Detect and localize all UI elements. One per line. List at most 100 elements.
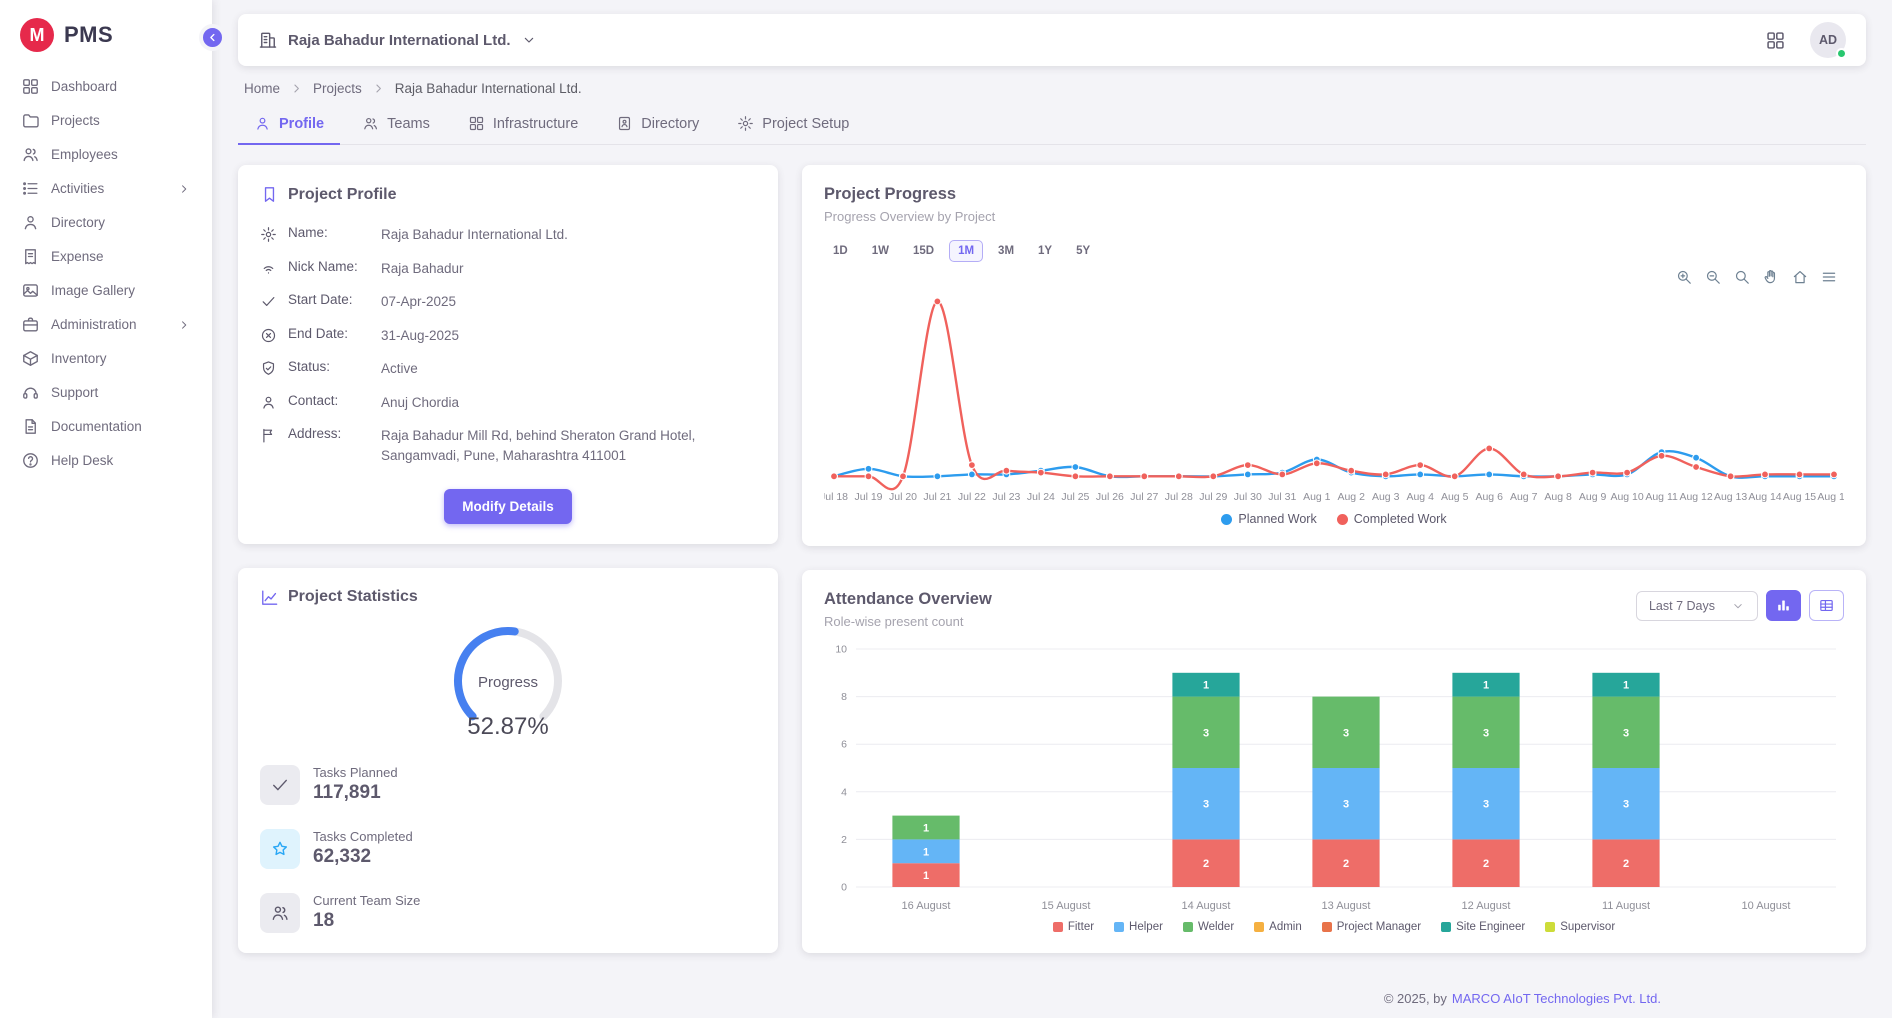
range-15d-button[interactable]: 15D — [904, 240, 943, 262]
attendance-range-select[interactable]: Last 7 Days — [1636, 591, 1758, 621]
attendance-title: Attendance Overview — [824, 590, 992, 609]
legend-item-welder[interactable]: Welder — [1183, 921, 1234, 933]
legend-marker — [1254, 922, 1264, 932]
sidebar-item-inventory[interactable]: Inventory — [10, 342, 202, 375]
legend-item-admin[interactable]: Admin — [1254, 921, 1302, 933]
table-view-button[interactable] — [1809, 590, 1844, 621]
legend-item-project-manager[interactable]: Project Manager — [1322, 921, 1421, 933]
range-5y-button[interactable]: 5Y — [1067, 240, 1099, 262]
sidebar-item-image-gallery[interactable]: Image Gallery — [10, 274, 202, 307]
chevron-down-icon[interactable] — [521, 32, 537, 48]
main-content: Raja Bahadur International Ltd. AD Home … — [212, 0, 1892, 1018]
svg-text:1: 1 — [923, 823, 929, 835]
progress-gauge-wrap: Progress 52.87% — [260, 617, 756, 743]
breadcrumb-projects[interactable]: Projects — [313, 81, 362, 96]
sidebar-item-activities[interactable]: Activities — [10, 172, 202, 205]
range-1m-button[interactable]: 1M — [949, 240, 983, 262]
pan-icon[interactable] — [1762, 268, 1780, 286]
sidebar-item-projects[interactable]: Projects — [10, 104, 202, 137]
sidebar-collapse-button[interactable] — [199, 24, 226, 51]
stat-value: 117,891 — [313, 782, 398, 804]
profile-field-nickname: Nick Name: Raja Bahadur — [260, 252, 756, 286]
line-chart-svg[interactable]: Jul 18Jul 19Jul 20Jul 21Jul 22Jul 23Jul … — [824, 268, 1844, 508]
bar-chart-icon — [1775, 597, 1792, 614]
breadcrumb-home[interactable]: Home — [244, 81, 280, 96]
avatar[interactable]: AD — [1810, 22, 1846, 58]
svg-text:2: 2 — [1483, 858, 1489, 870]
sidebar-item-employees[interactable]: Employees — [10, 138, 202, 171]
svg-text:Aug 8: Aug 8 — [1544, 491, 1572, 503]
sidebar-item-label: Inventory — [51, 351, 107, 366]
legend-item-completed-work[interactable]: Completed Work — [1337, 512, 1447, 526]
svg-text:11 August: 11 August — [1602, 900, 1650, 912]
progress-chart-header: Project Progress Progress Overview by Pr… — [824, 185, 1844, 224]
legend-item-helper[interactable]: Helper — [1114, 921, 1163, 933]
sidebar-item-dashboard[interactable]: Dashboard — [10, 70, 202, 103]
legend-label: Helper — [1129, 921, 1163, 933]
svg-text:Jul 23: Jul 23 — [992, 491, 1020, 503]
user-icon — [254, 115, 271, 132]
range-1w-button[interactable]: 1W — [863, 240, 898, 262]
tab-project-setup[interactable]: Project Setup — [721, 104, 865, 145]
box-icon — [21, 349, 40, 368]
legend-item-fitter[interactable]: Fitter — [1053, 921, 1094, 933]
field-label: Contact: — [288, 393, 370, 408]
bar-chart-legend: Fitter Helper Welder Admin Project Manager Si… — [824, 921, 1844, 933]
svg-text:Jul 26: Jul 26 — [1096, 491, 1124, 503]
sidebar-item-directory[interactable]: Directory — [10, 206, 202, 239]
svg-text:1: 1 — [923, 846, 929, 858]
range-1d-button[interactable]: 1D — [824, 240, 857, 262]
app-logo[interactable]: M PMS — [0, 0, 212, 64]
svg-text:Aug 6: Aug 6 — [1475, 491, 1503, 503]
svg-text:Jul 30: Jul 30 — [1234, 491, 1262, 503]
bar-chart-svg[interactable]: 024681011116 August15 August233114 Augus… — [824, 635, 1844, 917]
tab-profile[interactable]: Profile — [238, 104, 340, 145]
chevron-down-icon — [1731, 599, 1745, 613]
sidebar-item-documentation[interactable]: Documentation — [10, 410, 202, 443]
apps-grid-icon[interactable] — [1765, 30, 1786, 51]
svg-text:3: 3 — [1343, 799, 1349, 811]
modify-details-button[interactable]: Modify Details — [444, 489, 572, 524]
image-icon — [21, 281, 40, 300]
legend-item-site-engineer[interactable]: Site Engineer — [1441, 921, 1525, 933]
selection-zoom-icon[interactable] — [1733, 268, 1751, 286]
menu-icon[interactable] — [1820, 268, 1838, 286]
zoom-in-icon[interactable] — [1675, 268, 1693, 286]
zoom-out-icon[interactable] — [1704, 268, 1722, 286]
company-link[interactable]: MARCO AIoT Technologies Pvt. Ltd. — [1452, 991, 1661, 1006]
sidebar-item-label: Support — [51, 385, 98, 400]
stat-value: 18 — [313, 910, 420, 932]
home-icon[interactable] — [1791, 268, 1809, 286]
attendance-header: Attendance Overview Role-wise present co… — [824, 590, 1844, 629]
sidebar-item-administration[interactable]: Administration — [10, 308, 202, 341]
tab-infrastructure[interactable]: Infrastructure — [452, 104, 594, 145]
sidebar-item-expense[interactable]: Expense — [10, 240, 202, 273]
legend-item-planned-work[interactable]: Planned Work — [1221, 512, 1316, 526]
chevron-right-icon — [177, 182, 191, 196]
table-icon — [1818, 597, 1835, 614]
range-1y-button[interactable]: 1Y — [1029, 240, 1061, 262]
sidebar-item-label: Employees — [51, 147, 118, 162]
headset-icon — [21, 383, 40, 402]
online-status-dot — [1836, 48, 1847, 59]
sidebar-nav: Dashboard Projects Employees Activities … — [0, 64, 212, 484]
sidebar-item-label: Activities — [51, 181, 104, 196]
profile-field-start-date: Start Date: 07-Apr-2025 — [260, 285, 756, 319]
field-label: Name: — [288, 225, 370, 240]
legend-item-supervisor[interactable]: Supervisor — [1545, 921, 1615, 933]
users-icon — [21, 145, 40, 164]
range-3m-button[interactable]: 3M — [989, 240, 1023, 262]
tab-directory[interactable]: Directory — [600, 104, 715, 145]
tab-label: Profile — [279, 116, 324, 132]
sidebar-item-help-desk[interactable]: Help Desk — [10, 444, 202, 477]
company-selector[interactable]: Raja Bahadur International Ltd. — [288, 32, 511, 49]
sidebar-item-support[interactable]: Support — [10, 376, 202, 409]
svg-text:3: 3 — [1483, 799, 1489, 811]
chart-view-button[interactable] — [1766, 590, 1801, 621]
address-book-icon — [616, 115, 633, 132]
check-icon — [260, 765, 300, 805]
tab-teams[interactable]: Teams — [346, 104, 446, 145]
legend-label: Admin — [1269, 921, 1302, 933]
svg-text:Aug 4: Aug 4 — [1406, 491, 1434, 503]
stat-label: Tasks Completed — [313, 829, 413, 844]
